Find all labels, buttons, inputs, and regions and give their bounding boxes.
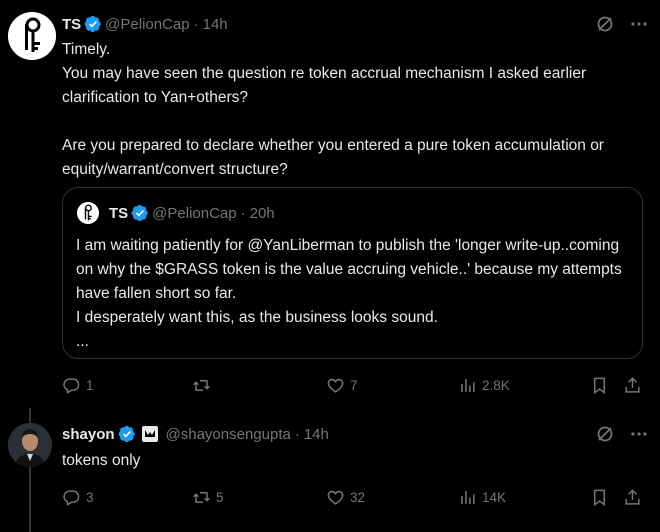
verified-badge-icon[interactable] [118,425,136,443]
quoted-tweet[interactable]: TS @PelionCap · 20h I am waiting patient… [62,187,643,359]
views-icon [461,378,475,392]
views-button[interactable]: 14K [458,485,506,509]
handle[interactable]: @shayonsengupta [166,426,291,443]
quote-handle: @PelionCap [152,204,237,222]
tweet-actions: 3 5 32 14K [62,485,647,509]
more-icon[interactable] [629,14,649,34]
person-photo-icon [8,423,52,467]
grok-icon[interactable] [595,424,615,444]
tweet-top-icons [581,424,649,444]
bookmark-icon [593,489,606,506]
repost-count: 5 [216,489,224,505]
like-icon [327,490,344,505]
quote-header: TS @PelionCap · 20h [109,202,275,224]
verified-badge-icon[interactable] [84,15,102,33]
like-count: 7 [350,377,358,393]
verified-badge-icon [131,204,148,222]
repost-icon [193,379,210,391]
like-button[interactable]: 32 [326,485,365,509]
more-icon[interactable] [629,424,649,444]
reply-icon [63,489,80,506]
separator-dot: · [240,204,246,222]
affiliate-badge-icon[interactable] [141,425,159,443]
share-icon [625,488,640,505]
views-icon [461,490,475,504]
reply-button[interactable]: 1 [62,373,94,397]
repost-button[interactable]: 5 [192,485,224,509]
views-button[interactable]: 2.8K [458,373,510,397]
like-icon [327,378,344,393]
separator-dot: · [294,425,300,443]
like-button[interactable]: 7 [326,373,358,397]
display-name[interactable]: shayon [62,426,115,443]
tweet-header: TS @PelionCap · 14h [62,13,228,35]
views-count: 2.8K [482,377,510,393]
quote-timestamp: 20h [249,204,275,222]
quote-display-name: TS [109,204,129,222]
tweet-header: shayon @shayonsengupta · 14h [62,423,329,445]
timestamp[interactable]: 14h [203,16,228,33]
tweet-text: tokens only [62,452,141,469]
share-icon [625,376,640,393]
share-button[interactable] [623,485,642,509]
bookmark-button[interactable] [590,373,609,397]
grok-icon[interactable] [595,14,615,34]
key-logo-icon [77,202,99,224]
views-count: 14K [482,489,507,505]
reply-count: 1 [86,377,94,393]
key-logo-icon [8,12,56,60]
bookmark-button[interactable] [590,485,609,509]
like-count: 32 [350,489,366,505]
repost-button[interactable] [192,373,216,397]
share-button[interactable] [623,373,642,397]
quote-text: I am waiting patiently for @YanLiberman … [76,237,622,350]
avatar-shayon[interactable] [8,423,52,467]
tweet-top-icons [581,14,649,34]
reply-icon [63,377,80,394]
reply-count: 3 [86,489,94,505]
reply-button[interactable]: 3 [62,485,94,509]
tweet-ts[interactable]: TS @PelionCap · 14h Timely. You may have… [0,0,660,410]
display-name[interactable]: TS [62,16,81,33]
quote-avatar [77,202,99,224]
avatar-ts[interactable] [8,12,56,60]
tweet-text: Timely. You may have seen the question r… [62,41,604,178]
handle[interactable]: @PelionCap [105,16,189,33]
bookmark-icon [593,377,606,394]
timestamp[interactable]: 14h [304,426,329,443]
repost-icon [193,491,210,503]
separator-dot: · [193,15,199,33]
tweet-actions: 1 7 2.8K [62,373,647,397]
